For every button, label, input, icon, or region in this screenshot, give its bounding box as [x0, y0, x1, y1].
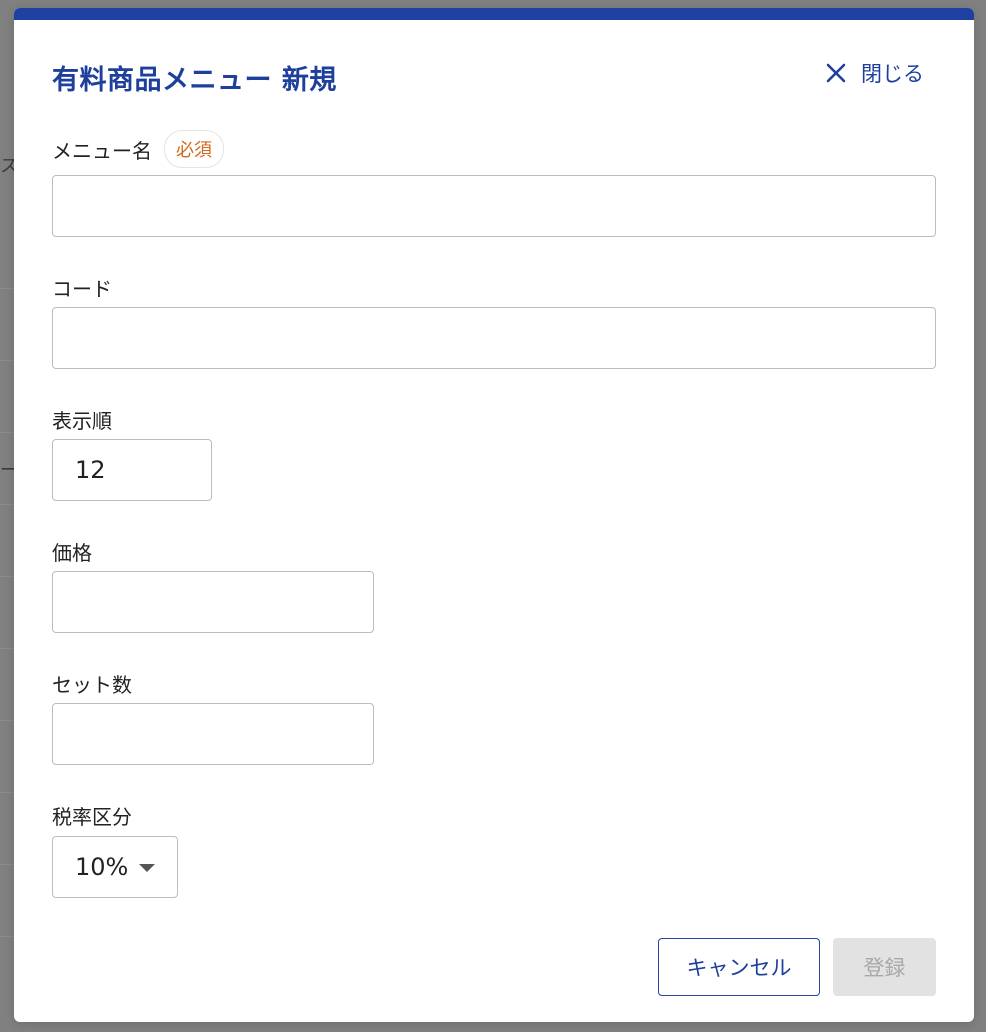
background-divider — [0, 864, 14, 865]
menu-name-label: メニュー名 — [52, 138, 152, 163]
tax-category-select[interactable]: 10% — [52, 836, 178, 898]
background-divider — [0, 648, 14, 649]
close-label[interactable]: 閉じる — [861, 58, 924, 88]
display-order-label: 表示順 — [52, 409, 112, 433]
tax-category-selected-value: 10% — [75, 853, 129, 881]
register-button[interactable]: 登録 — [833, 938, 936, 996]
background-divider — [0, 792, 14, 793]
menu-name-label-row: メニュー名 必須 — [52, 130, 224, 168]
set-count-input[interactable] — [52, 703, 374, 765]
required-badge: 必須 — [164, 130, 224, 168]
code-label: コード — [52, 277, 112, 301]
tax-category-label: 税率区分 — [52, 805, 132, 829]
caret-down-icon — [139, 864, 155, 872]
set-count-label: セット数 — [52, 673, 132, 697]
close-button[interactable]: 閉じる — [825, 58, 924, 88]
background-divider — [0, 576, 14, 577]
background-divider — [0, 720, 14, 721]
background-divider — [0, 288, 14, 289]
background-divider — [0, 504, 14, 505]
background-divider — [0, 432, 14, 433]
dialog-title: 有料商品メニュー 新規 — [52, 65, 337, 96]
tax-category-label-row: 税率区分 — [52, 801, 132, 830]
background-divider — [0, 936, 14, 937]
dialog-accent-bar — [14, 8, 974, 20]
code-label-row: コード — [52, 273, 112, 302]
display-order-label-row: 表示順 — [52, 405, 112, 434]
new-paid-menu-dialog: 有料商品メニュー 新規 閉じる メニュー名 必須 コード 表示順 価格 セット数… — [14, 8, 974, 1022]
code-input[interactable] — [52, 307, 936, 369]
set-count-label-row: セット数 — [52, 669, 132, 698]
price-label: 価格 — [52, 541, 92, 565]
cancel-button[interactable]: キャンセル — [658, 938, 820, 996]
menu-name-input[interactable] — [52, 175, 936, 237]
close-icon[interactable] — [825, 62, 847, 84]
background-divider — [0, 360, 14, 361]
price-label-row: 価格 — [52, 537, 92, 566]
display-order-input[interactable] — [52, 439, 212, 501]
price-input[interactable] — [52, 571, 374, 633]
